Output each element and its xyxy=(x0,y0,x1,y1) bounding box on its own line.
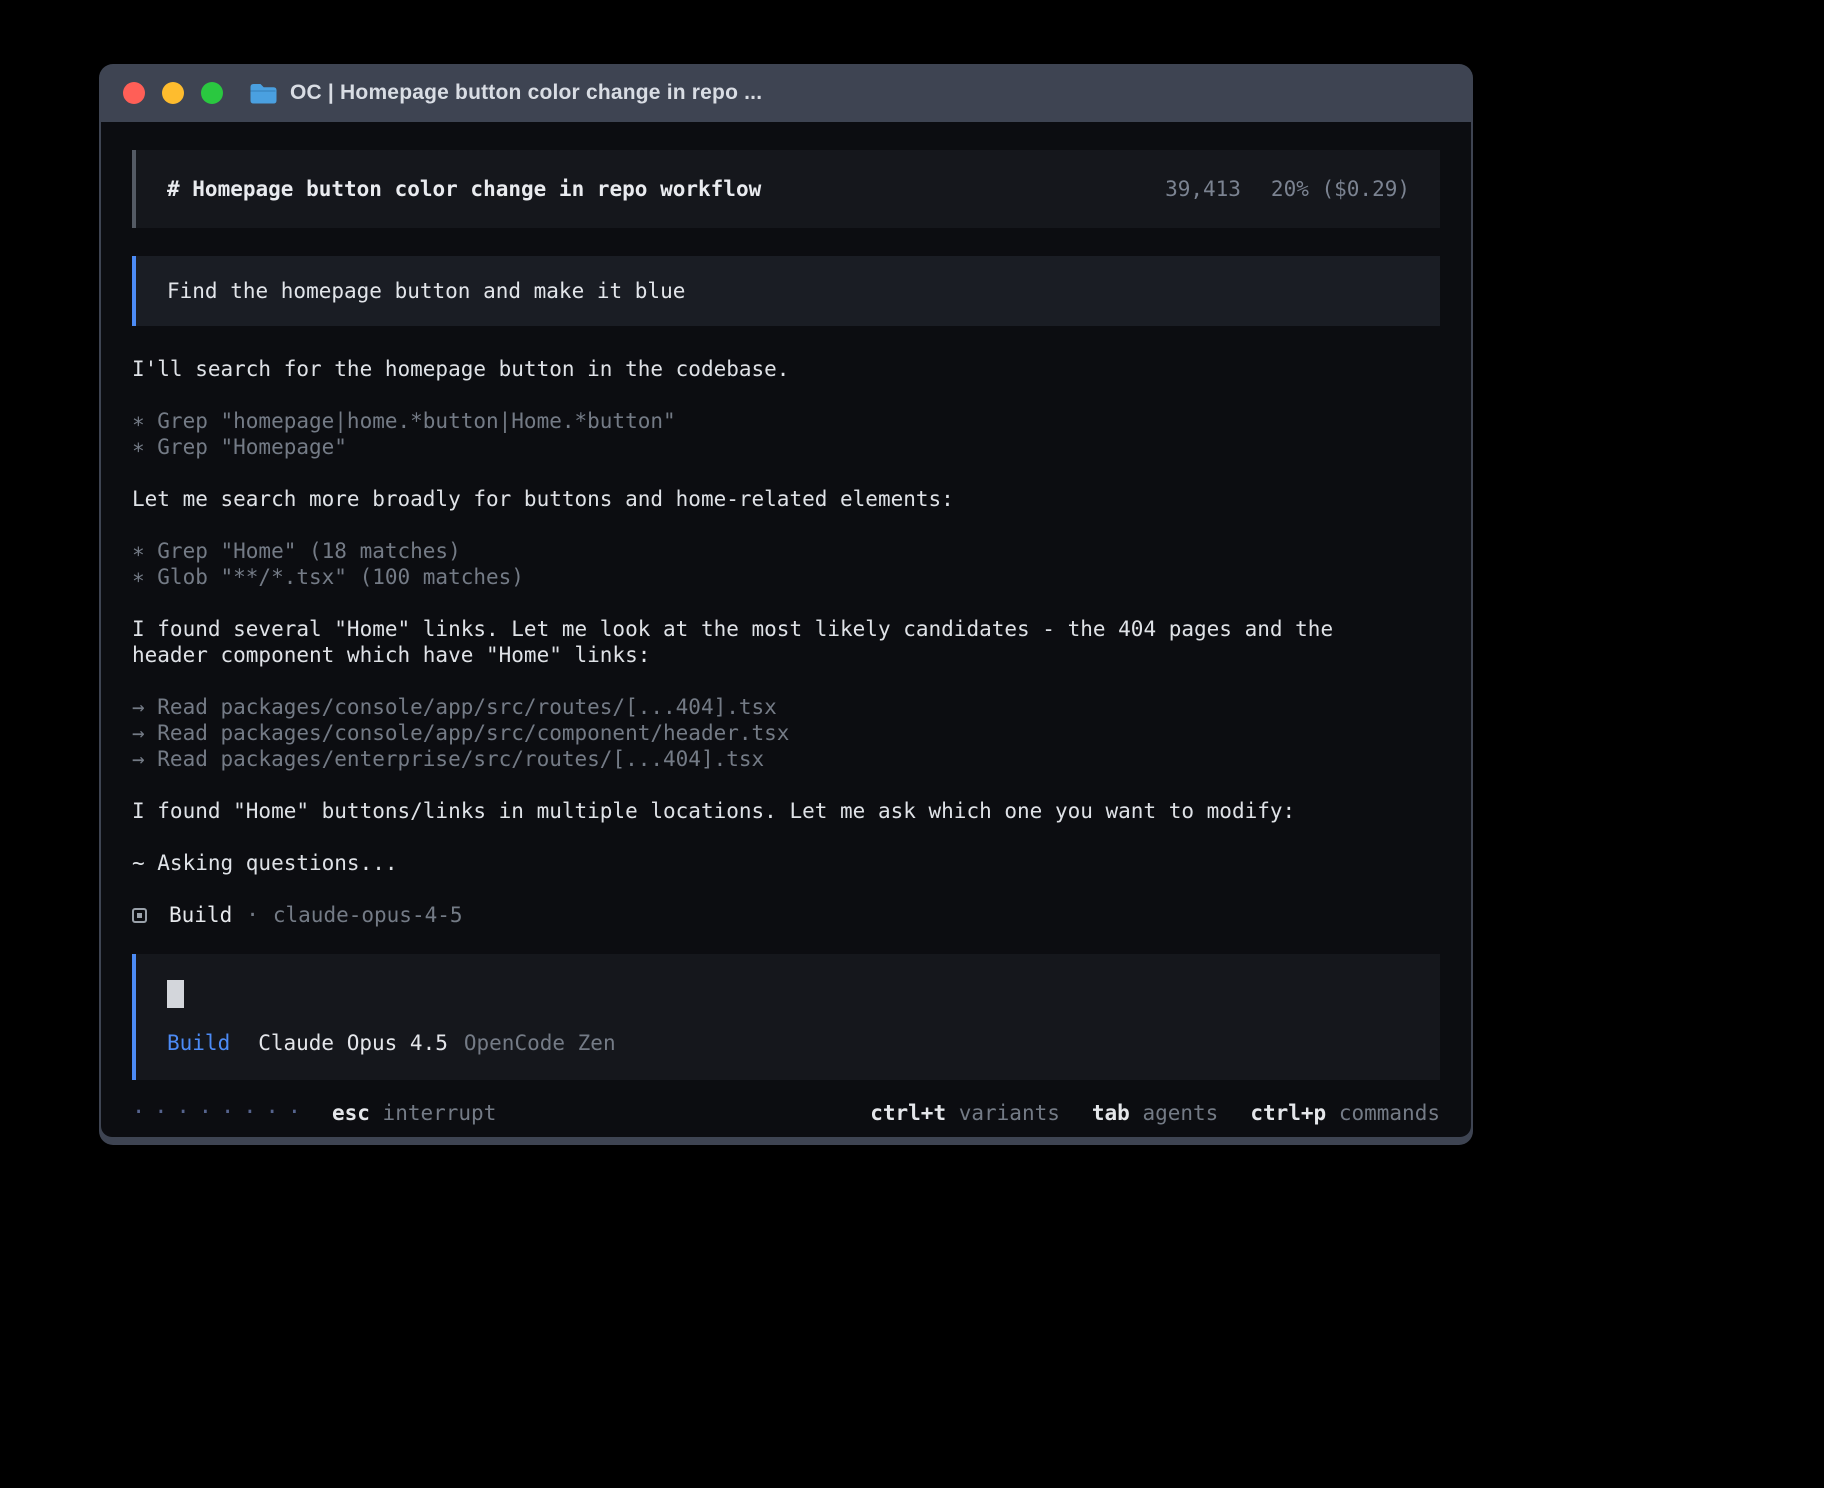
user-message: Find the homepage button and make it blu… xyxy=(132,256,1440,326)
ctrl-p-key: ctrl+p xyxy=(1250,1101,1326,1125)
tool-call-grep: ∗ Grep "homepage|home.*button|Home.*butt… xyxy=(132,408,1412,434)
user-message-text: Find the homepage button and make it blu… xyxy=(167,279,685,303)
tool-call-grep: ∗ Grep "Homepage" xyxy=(132,434,1412,460)
keyboard-hints: ctrl+t variants tab agents ctrl+p comman… xyxy=(870,1100,1440,1126)
minimize-window-button[interactable] xyxy=(162,82,184,104)
esc-key: esc xyxy=(332,1101,370,1125)
tool-call-read: → Read packages/console/app/src/routes/[… xyxy=(132,694,1412,720)
agent-model: claude-opus-4-5 xyxy=(273,902,463,928)
assistant-status: ~ Asking questions... xyxy=(132,850,1412,876)
session-title: # Homepage button color change in repo w… xyxy=(167,176,761,202)
text-cursor xyxy=(167,980,184,1008)
input-model-label[interactable]: Claude Opus 4.5 xyxy=(258,1030,448,1056)
ctrl-t-key: ctrl+t xyxy=(870,1101,946,1125)
session-header: # Homepage button color change in repo w… xyxy=(132,150,1440,228)
close-window-button[interactable] xyxy=(123,82,145,104)
input-agent-label[interactable]: Build xyxy=(167,1030,230,1056)
agent-separator: · xyxy=(246,902,259,928)
tool-call-glob: ∗ Glob "**/*.tsx" (100 matches) xyxy=(132,564,1412,590)
spinner-dots-icon: ········ xyxy=(132,1100,310,1126)
tab-key: tab xyxy=(1092,1101,1130,1125)
zoom-window-button[interactable] xyxy=(201,82,223,104)
variants-hint: ctrl+t variants xyxy=(870,1100,1060,1126)
terminal-content: # Homepage button color change in repo w… xyxy=(101,122,1471,1137)
tool-call-read: → Read packages/console/app/src/componen… xyxy=(132,720,1412,746)
terminal-window: OC | Homepage button color change in rep… xyxy=(99,64,1473,1145)
input-footer: Build Claude Opus 4.5 OpenCode Zen xyxy=(167,1030,1410,1056)
tool-call-read: → Read packages/enterprise/src/routes/[.… xyxy=(132,746,1412,772)
traffic-lights xyxy=(123,82,223,104)
assistant-text: I'll search for the homepage button in t… xyxy=(132,356,1412,382)
window-title: OC | Homepage button color change in rep… xyxy=(290,81,762,105)
assistant-text: Let me search more broadly for buttons a… xyxy=(132,486,1412,512)
agent-name: Build xyxy=(169,902,232,928)
agent-indicator: Build · claude-opus-4-5 xyxy=(132,902,1412,928)
agents-hint: tab agents xyxy=(1092,1100,1218,1126)
conversation: I'll search for the homepage button in t… xyxy=(132,356,1412,928)
commands-hint: ctrl+p commands xyxy=(1250,1100,1440,1126)
variants-label: variants xyxy=(946,1101,1060,1125)
window-titlebar[interactable]: OC | Homepage button color change in rep… xyxy=(99,64,1473,122)
agents-label: agents xyxy=(1130,1101,1219,1125)
interrupt-label: interrupt xyxy=(370,1101,496,1125)
folder-icon xyxy=(249,82,277,104)
input-provider-label: OpenCode Zen xyxy=(464,1030,616,1056)
status-bar: ········ esc interrupt ctrl+t variants t… xyxy=(132,1100,1440,1126)
session-stats: 39,413 20% ($0.29) xyxy=(1165,176,1410,202)
token-count: 39,413 xyxy=(1165,176,1241,202)
prompt-input[interactable]: Build Claude Opus 4.5 OpenCode Zen xyxy=(132,954,1440,1080)
context-usage: 20% ($0.29) xyxy=(1271,176,1410,202)
assistant-text: I found several "Home" links. Let me loo… xyxy=(132,616,1412,668)
tool-call-grep: ∗ Grep "Home" (18 matches) xyxy=(132,538,1412,564)
commands-label: commands xyxy=(1326,1101,1440,1125)
agent-square-icon xyxy=(132,908,147,923)
assistant-text: I found "Home" buttons/links in multiple… xyxy=(132,798,1412,824)
interrupt-hint: esc interrupt xyxy=(332,1100,496,1126)
